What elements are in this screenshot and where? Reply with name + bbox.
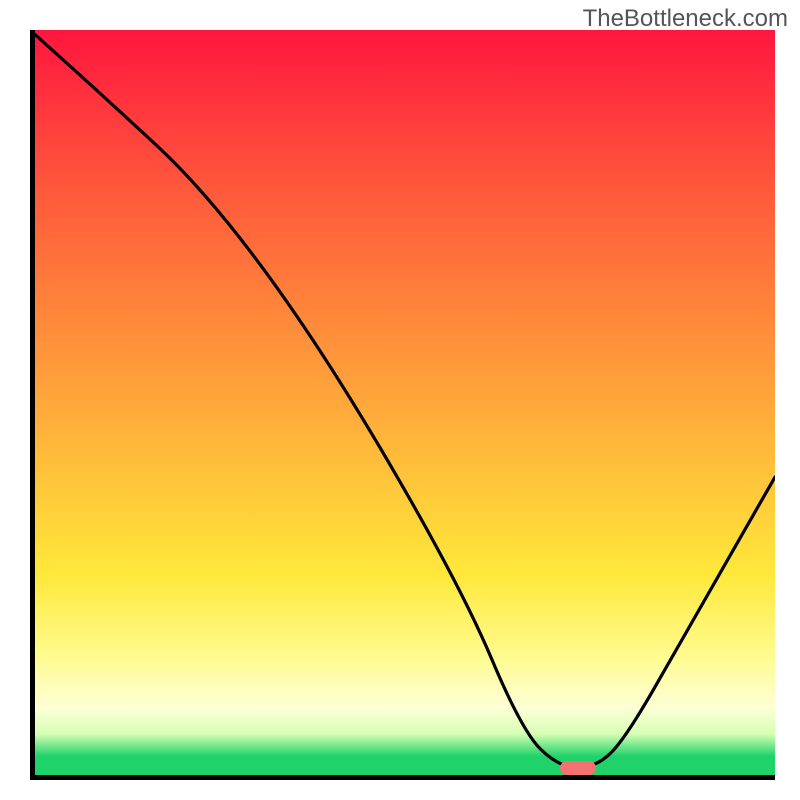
chart-plot-area [30, 30, 775, 775]
chart-line-layer [30, 30, 775, 775]
x-axis-line [30, 775, 775, 780]
watermark-text: TheBottleneck.com [583, 5, 788, 33]
chart-curve [30, 30, 775, 768]
chart-marker [560, 761, 596, 775]
